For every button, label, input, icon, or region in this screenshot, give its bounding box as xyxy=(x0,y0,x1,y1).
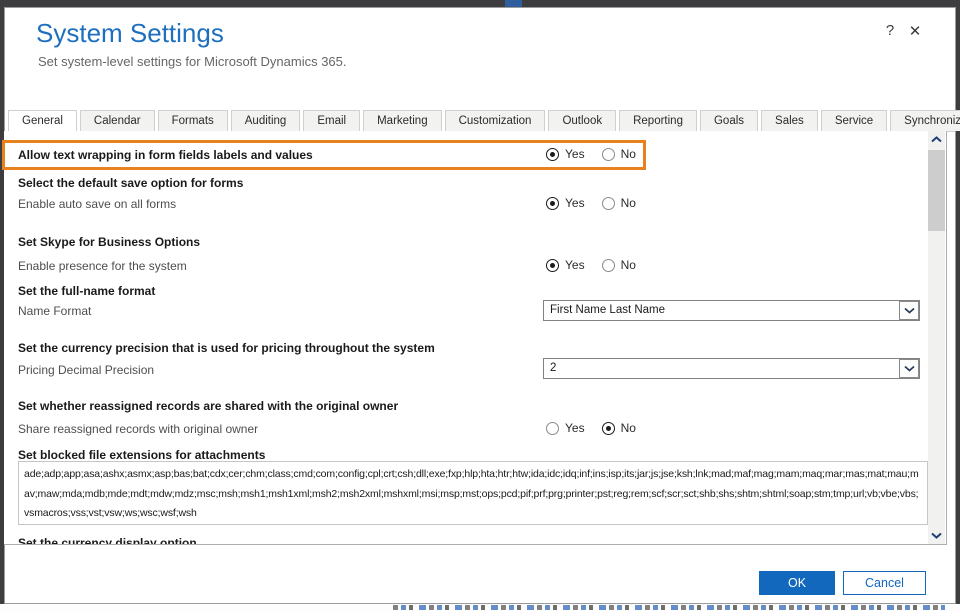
auto-save-radio-group: Yes No xyxy=(546,195,636,211)
tab-auditing[interactable]: Auditing xyxy=(231,110,301,131)
name-format-select[interactable]: First Name Last Name xyxy=(543,300,920,321)
settings-scroll-area: Allow text wrapping in form fields label… xyxy=(4,131,947,545)
full-name-header: Set the full-name format xyxy=(18,284,155,298)
tab-reporting[interactable]: Reporting xyxy=(619,110,697,131)
scroll-down-icon[interactable] xyxy=(928,527,945,544)
presence-no-radio[interactable] xyxy=(602,259,615,272)
page-title: System Settings xyxy=(36,18,224,49)
no-label: No xyxy=(621,196,636,210)
close-icon[interactable]: ✕ xyxy=(906,22,924,40)
blocked-extensions-header: Set blocked file extensions for attachme… xyxy=(18,448,265,462)
share-reassigned-yes-radio[interactable] xyxy=(546,422,559,435)
highlight-box xyxy=(2,140,646,170)
share-reassigned-label: Share reassigned records with original o… xyxy=(18,422,258,436)
background-page-text xyxy=(393,605,945,610)
no-label: No xyxy=(621,258,636,272)
skype-header: Set Skype for Business Options xyxy=(18,235,200,249)
currency-precision-header: Set the currency precision that is used … xyxy=(18,341,435,355)
pricing-precision-select[interactable]: 2 xyxy=(543,358,920,379)
no-label: No xyxy=(621,421,636,435)
scroll-up-icon[interactable] xyxy=(928,131,945,148)
presence-yes-radio[interactable] xyxy=(546,259,559,272)
yes-label: Yes xyxy=(565,258,585,272)
scrollbar-thumb[interactable] xyxy=(928,150,945,231)
tab-marketing[interactable]: Marketing xyxy=(363,110,442,131)
name-format-label: Name Format xyxy=(18,304,91,318)
yes-label: Yes xyxy=(565,421,585,435)
vertical-scrollbar[interactable] xyxy=(928,131,945,544)
default-save-header: Select the default save option for forms xyxy=(18,176,243,190)
background-page-top xyxy=(0,0,960,7)
page-subtitle: Set system-level settings for Microsoft … xyxy=(38,54,347,69)
presence-radio-group: Yes No xyxy=(546,257,636,273)
tab-synchronization[interactable]: Synchronization xyxy=(890,110,960,131)
pricing-precision-value: 2 xyxy=(550,362,556,374)
name-format-value: First Name Last Name xyxy=(550,304,665,316)
currency-display-header: Set the currency display option xyxy=(18,536,197,545)
help-icon[interactable]: ? xyxy=(881,22,899,39)
auto-save-label: Enable auto save on all forms xyxy=(18,197,176,211)
auto-save-yes-radio[interactable] xyxy=(546,197,559,210)
chevron-down-icon xyxy=(899,359,919,378)
blocked-extensions-input[interactable]: ade;adp;app;asa;ashx;asmx;asp;bas;bat;cd… xyxy=(18,461,928,525)
tab-service[interactable]: Service xyxy=(821,110,887,131)
pricing-precision-label: Pricing Decimal Precision xyxy=(18,363,154,377)
cancel-button[interactable]: Cancel xyxy=(843,571,926,595)
auto-save-no-radio[interactable] xyxy=(602,197,615,210)
tab-sales[interactable]: Sales xyxy=(761,110,818,131)
tab-email[interactable]: Email xyxy=(303,110,360,131)
share-reassigned-radio-group: Yes No xyxy=(546,420,636,436)
tab-outlook[interactable]: Outlook xyxy=(548,110,616,131)
ok-button[interactable]: OK xyxy=(759,571,835,595)
reassigned-records-header: Set whether reassigned records are share… xyxy=(18,399,398,413)
tab-formats[interactable]: Formats xyxy=(158,110,228,131)
tab-general[interactable]: General xyxy=(8,110,77,132)
tab-customization[interactable]: Customization xyxy=(445,110,546,131)
presence-label: Enable presence for the system xyxy=(18,259,187,273)
chevron-down-icon xyxy=(899,301,919,320)
tab-bar: General Calendar Formats Auditing Email … xyxy=(4,110,955,132)
yes-label: Yes xyxy=(565,196,585,210)
background-page-element xyxy=(505,0,522,7)
share-reassigned-no-radio[interactable] xyxy=(602,422,615,435)
background-page-right xyxy=(956,0,960,611)
tab-calendar[interactable]: Calendar xyxy=(80,110,155,131)
tab-goals[interactable]: Goals xyxy=(700,110,758,131)
